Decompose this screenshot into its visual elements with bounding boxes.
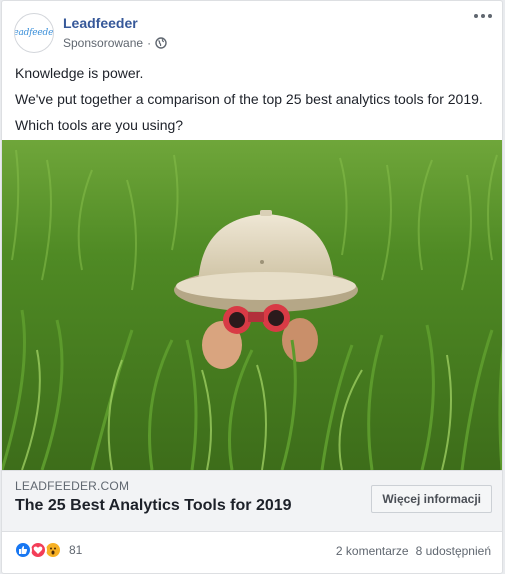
engagement-bar: 81 2 komentarze 8 udostępnień bbox=[2, 532, 502, 573]
explorer-in-grass-photo bbox=[2, 140, 502, 470]
shares-count-link[interactable]: 8 udostępnień bbox=[416, 544, 491, 558]
post-header: leadfeeder Leadfeeder Sponsorowane · bbox=[2, 1, 502, 63]
post-image[interactable] bbox=[2, 140, 502, 470]
avatar-logo-text: leadfeeder bbox=[15, 28, 54, 38]
globe-icon bbox=[155, 37, 167, 49]
post-text-line: Knowledge is power. bbox=[15, 65, 144, 81]
post-text-line: Which tools are you using? bbox=[15, 117, 184, 133]
post-text: Knowledge is power. We've put together a… bbox=[15, 63, 490, 141]
link-title[interactable]: The 25 Best Analytics Tools for 2019 bbox=[15, 497, 292, 515]
meta-separator: · bbox=[147, 36, 152, 50]
like-icon bbox=[14, 541, 32, 559]
reaction-count: 81 bbox=[69, 543, 83, 557]
sponsored-label[interactable]: Sponsorowane bbox=[63, 36, 143, 50]
post-text-line: We've put together a comparison of the t… bbox=[15, 91, 483, 107]
link-preview[interactable]: LEADFEEDER.COM The 25 Best Analytics Too… bbox=[2, 470, 502, 532]
learn-more-button[interactable]: Więcej informacji bbox=[371, 485, 492, 513]
more-options-icon[interactable] bbox=[474, 14, 492, 18]
sponsored-post-card: leadfeeder Leadfeeder Sponsorowane · Kno… bbox=[1, 0, 503, 574]
comments-count-link[interactable]: 2 komentarze bbox=[336, 544, 409, 558]
post-stats: 2 komentarze 8 udostępnień bbox=[336, 544, 491, 558]
page-avatar[interactable]: leadfeeder bbox=[14, 13, 54, 53]
page-name-link[interactable]: Leadfeeder bbox=[63, 15, 138, 31]
reactions-summary[interactable]: 81 bbox=[14, 541, 82, 559]
link-domain: LEADFEEDER.COM bbox=[15, 479, 130, 493]
post-meta: Sponsorowane · bbox=[63, 36, 167, 50]
